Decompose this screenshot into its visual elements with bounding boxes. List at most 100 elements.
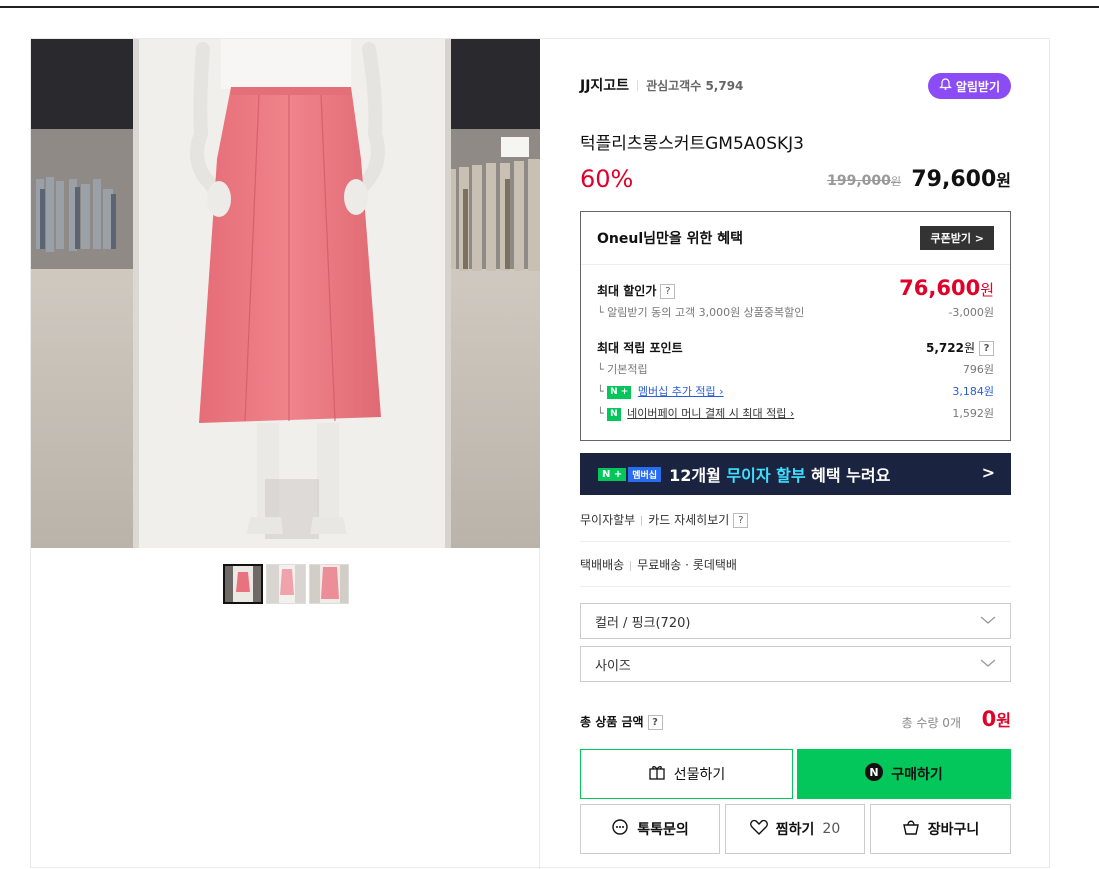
max-discount-won: 원: [980, 281, 994, 299]
alarm-button[interactable]: 알림받기: [927, 73, 1011, 99]
bell-icon: [938, 78, 952, 94]
brand-name[interactable]: JJ지고트: [580, 75, 629, 95]
help-icon[interactable]: ?: [733, 513, 749, 528]
total-row: 총 상품 금액? 총 수량 0개 0원: [580, 707, 1011, 733]
alarm-discount-text: 알림받기 동의 고객 3,000원 상품중복할인: [607, 306, 805, 319]
max-point-row: 최대 적립 포인트 5,722원?: [597, 339, 994, 356]
chat-label: 톡톡문의: [637, 822, 689, 838]
top-border: [0, 6, 1099, 8]
divider-line: [580, 541, 1011, 542]
divider-line: [580, 586, 1011, 587]
product-gallery: [31, 39, 540, 869]
benefit-title: Oneul님만을 위한 혜택: [597, 231, 744, 247]
original-price-value: 199,000: [827, 173, 891, 189]
price-row: 60% 199,000원 79,600원: [580, 163, 1011, 195]
membership-point-label: 멤버십 추가 적립: [637, 385, 716, 398]
cart-icon: [902, 818, 920, 840]
installment-label: 무이자할부: [580, 513, 636, 527]
npay-point-row: └ N 네이버페이 머니 결제 시 최대 적립 › 1,592원: [597, 405, 994, 421]
benefit-header: Oneul님만을 위한 혜택 쿠폰받기 >: [581, 212, 1010, 265]
svg-text:N: N: [870, 766, 879, 779]
brand-row: JJ지고트 관심고객수 5,794 알림받기: [580, 73, 1011, 99]
naver-plus-icon: N +: [607, 385, 632, 399]
card-row: 무이자할부 카드 자세히보기?: [580, 511, 749, 528]
npay-point-value: 1,592원: [952, 407, 994, 420]
membership-point-value: 3,184원: [952, 385, 994, 398]
help-icon[interactable]: ?: [647, 715, 663, 730]
membership-point-row: └ N + 멤버십 추가 적립 › 3,184원: [597, 383, 994, 399]
sub-branch-icon: └: [597, 306, 608, 319]
color-select[interactable]: 컬러 / 핑크(720): [580, 603, 1011, 639]
max-point-label: 최대 적립 포인트: [597, 341, 683, 355]
installment-banner[interactable]: N + 멤버십 12개월 무이자 할부 혜택 누려요 >: [580, 453, 1011, 495]
basic-point-row: └ 기본적립 796원: [597, 361, 994, 377]
heart-icon: [749, 819, 768, 839]
banner-text-a: 12개월: [669, 466, 721, 485]
banner-text-b: 혜택 누려요: [811, 466, 891, 485]
gift-label: 선물하기: [673, 767, 726, 783]
cart-button[interactable]: 장바구니: [870, 804, 1011, 854]
total-sum-value: 0: [981, 707, 997, 731]
chat-button[interactable]: 톡톡문의: [580, 804, 720, 854]
main-product-image: [31, 39, 540, 548]
alarm-label: 알림받기: [955, 79, 1000, 94]
total-quantity: 총 수량 0개: [901, 716, 961, 730]
delivery-info: 무료배송 · 롯데택배: [637, 558, 737, 572]
size-select[interactable]: 사이즈: [580, 646, 1011, 682]
wish-count: 20: [822, 821, 841, 837]
total-label: 총 상품 금액: [580, 715, 644, 729]
gift-button[interactable]: 선물하기: [580, 749, 793, 799]
help-icon[interactable]: ?: [979, 341, 994, 356]
chevron-down-icon: [980, 614, 996, 630]
wish-button[interactable]: 찜하기 20: [725, 804, 865, 854]
product-detail: JJ지고트 관심고객수 5,794 알림받기 턱플리츠롱스커트GM5A0SKJ3…: [30, 38, 1050, 869]
basic-point-value: 796원: [962, 363, 994, 376]
max-discount-price: 76,600원: [899, 276, 994, 300]
naver-n-icon: N: [865, 763, 884, 785]
sale-price: 79,600원: [911, 167, 1011, 192]
naver-pay-icon: N: [607, 407, 621, 421]
coupon-button[interactable]: 쿠폰받기 >: [920, 226, 994, 250]
sub-branch-icon: └: [597, 407, 608, 420]
max-discount-value: 76,600: [899, 276, 981, 300]
help-icon[interactable]: ?: [660, 284, 676, 299]
sale-price-value: 79,600: [911, 167, 997, 192]
product-title: 턱플리츠롱스커트GM5A0SKJ3: [580, 134, 804, 154]
gift-icon: [648, 763, 666, 785]
delivery-row: 택배배송 무료배송 · 롯데택배: [580, 556, 737, 573]
cart-label: 장바구니: [927, 822, 980, 838]
npay-point-label: 네이버페이 머니 결제 시 최대 적립: [627, 407, 787, 420]
max-point-won: 원: [963, 341, 975, 355]
color-select-value: 컬러 / 핑크(720): [595, 615, 691, 631]
max-point-value: 5,722원?: [926, 339, 994, 356]
card-detail-link[interactable]: 카드 자세히보기: [648, 513, 729, 527]
npay-point-link[interactable]: 네이버페이 머니 결제 시 최대 적립 ›: [627, 407, 794, 420]
discount-rate: 60%: [580, 165, 634, 193]
basic-point-label: 기본적립: [607, 363, 648, 376]
naver-plus-badge: N +: [598, 467, 627, 481]
divider: [641, 515, 643, 526]
thumbnail-3[interactable]: [309, 564, 349, 604]
size-select-value: 사이즈: [595, 658, 631, 674]
max-point-number: 5,722: [925, 341, 964, 355]
membership-point-link[interactable]: 멤버십 추가 적립 ›: [638, 385, 724, 398]
buy-label: 구매하기: [891, 767, 943, 783]
delivery-type: 택배배송: [580, 558, 625, 572]
max-discount-label: 최대 할인가: [597, 284, 657, 298]
sub-branch-icon: └: [597, 385, 608, 398]
buy-button[interactable]: N 구매하기: [797, 749, 1011, 799]
wish-label: 찜하기: [775, 822, 815, 838]
total-sum: 0원: [982, 707, 1011, 731]
divider: [637, 79, 639, 91]
favorite-count: 관심고객수 5,794: [646, 77, 743, 94]
chevron-right-icon: >: [981, 463, 995, 482]
sale-price-won: 원: [996, 171, 1011, 190]
chevron-down-icon: [980, 657, 996, 673]
alarm-discount-row: └ 알림받기 동의 고객 3,000원 상품중복할인 -3,000원: [597, 304, 994, 320]
thumbnail-1[interactable]: [223, 564, 263, 604]
original-price: 199,000원: [827, 173, 901, 189]
chat-icon: [611, 818, 629, 840]
thumbnail-2[interactable]: [266, 564, 306, 604]
membership-badge: 멤버십: [628, 466, 662, 482]
divider: [630, 560, 632, 571]
